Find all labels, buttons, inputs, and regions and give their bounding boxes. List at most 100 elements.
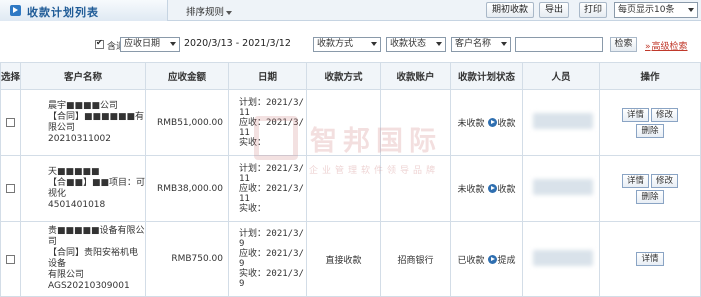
date-line: 计划：2021/3/ bbox=[239, 229, 304, 239]
row-checkbox[interactable] bbox=[6, 254, 15, 264]
ops-cell: 详情 修改 删除 bbox=[599, 89, 701, 156]
customer-line: 【合同】贵阳安裕机电设备 bbox=[48, 248, 139, 269]
page-size-value: 每页显示10条 bbox=[618, 5, 675, 15]
column-header: 人员 bbox=[522, 62, 600, 90]
date-type-select[interactable]: 应收日期 bbox=[120, 37, 180, 52]
collect-link[interactable]: 收款 bbox=[498, 185, 516, 195]
person-avatar-blurred bbox=[533, 249, 593, 266]
status-cell: 已收款 提成 bbox=[450, 221, 523, 297]
dropdown-arrow-icon bbox=[436, 42, 442, 46]
date-range-field[interactable]: 2020/3/13 - 2021/3/12 bbox=[184, 38, 291, 49]
caret-down-icon bbox=[226, 10, 233, 15]
amount-cell: RMB38,000.00 bbox=[145, 155, 229, 222]
dropdown-arrow-icon bbox=[170, 42, 176, 46]
sort-rule-menu[interactable]: 排序规则 bbox=[186, 4, 233, 18]
select-cell bbox=[0, 89, 21, 156]
customer-cell[interactable]: 晨宇■■■■公司 【合同】■■■■■■有限公司 20210311002 bbox=[20, 89, 146, 156]
search-button[interactable]: 检索 bbox=[610, 37, 637, 52]
arrow-right-icon bbox=[10, 5, 21, 16]
date-line: 9 bbox=[239, 239, 245, 249]
customer-field-value: 客户名称 bbox=[455, 39, 492, 49]
table-header-row: 选择 客户名称 应收金额 日期 收款方式 收款账户 收款计划状态 人员 操作 bbox=[0, 62, 701, 90]
collect-icon[interactable] bbox=[487, 118, 497, 127]
collect-icon[interactable] bbox=[487, 184, 497, 193]
customer-line: 贵■■■■■设备有限公 bbox=[48, 226, 145, 236]
customer-line: 天■■■■■ bbox=[48, 166, 100, 177]
status-cell: 未收款 收款 bbox=[450, 89, 523, 156]
delete-button[interactable]: 删除 bbox=[636, 189, 664, 204]
page-size-select[interactable]: 每页显示10条 bbox=[614, 2, 698, 18]
collect-link[interactable]: 收款 bbox=[498, 119, 516, 129]
commission-icon[interactable] bbox=[487, 254, 497, 264]
select-cell bbox=[0, 221, 21, 297]
status-text: 未收款 bbox=[457, 119, 485, 129]
column-header: 收款方式 bbox=[306, 62, 381, 90]
customer-line: 晨宇■■■■公司 bbox=[48, 100, 119, 111]
method-cell: 直接收款 bbox=[306, 221, 381, 297]
export-button[interactable]: 导出 bbox=[539, 2, 569, 18]
watermark-title: 智邦国际 bbox=[310, 126, 442, 157]
sort-rule-label: 排序规则 bbox=[186, 7, 225, 18]
dropdown-arrow-icon bbox=[688, 8, 694, 12]
search-input[interactable] bbox=[515, 37, 603, 52]
person-cell bbox=[522, 221, 600, 297]
column-header: 客户名称 bbox=[20, 62, 146, 90]
person-avatar-blurred bbox=[533, 179, 593, 195]
row-checkbox[interactable] bbox=[6, 118, 15, 127]
customer-line: 【合■■】■■项目：可视化 bbox=[48, 177, 146, 199]
date-line: 11 bbox=[239, 173, 250, 184]
detail-button[interactable]: 详情 bbox=[621, 107, 649, 122]
customer-cell[interactable]: 天■■■■■ 【合■■】■■项目：可视化 4501401018 bbox=[20, 155, 146, 222]
customer-line: 司 bbox=[48, 237, 58, 247]
watermark-logo-icon bbox=[254, 116, 298, 160]
dropdown-arrow-icon bbox=[371, 42, 377, 46]
date-line: 应收：2021/3/ bbox=[239, 183, 304, 194]
date-line: 实收： bbox=[239, 203, 267, 214]
date-cell: 计划：2021/3/ 9 应收：2021/3/ 9 实收：2021/3/ 9 bbox=[228, 221, 307, 297]
customer-field-select[interactable]: 客户名称 bbox=[451, 37, 511, 52]
commission-link[interactable]: 提成 bbox=[498, 256, 516, 266]
date-type-value: 应收日期 bbox=[124, 39, 161, 49]
date-line: 计划：2021/3/ bbox=[239, 163, 304, 174]
watermark-subtitle: 企业管理软件领导品牌 bbox=[309, 166, 440, 176]
advanced-search-link[interactable]: 高级检索 bbox=[645, 39, 688, 52]
header-bar: 收款计划列表 排序规则 期初收款 导出 打印 每页显示10条 bbox=[0, 0, 701, 21]
date-line: 9 bbox=[239, 279, 245, 289]
customer-cell[interactable]: 贵■■■■■设备有限公 司 【合同】贵阳安裕机电设备 有限公司AGS202103… bbox=[20, 221, 146, 297]
opening-receipt-button[interactable]: 期初收款 bbox=[486, 2, 534, 18]
filter-bar: 含退款 应收日期 2020/3/13 - 2021/3/12 收款方式 收款状态… bbox=[0, 32, 701, 58]
date-line: 实收：2021/3/ bbox=[239, 269, 304, 279]
customer-line: 有限公司AGS20210309001 bbox=[48, 270, 130, 291]
date-line: 应收：2021/3/ bbox=[239, 249, 304, 259]
status-text: 未收款 bbox=[457, 185, 485, 195]
customer-line: 20210311002 bbox=[48, 133, 111, 144]
payment-method-select[interactable]: 收款方式 bbox=[313, 37, 381, 52]
person-cell bbox=[522, 89, 600, 156]
delete-button[interactable]: 删除 bbox=[636, 123, 664, 138]
row-checkbox[interactable] bbox=[6, 184, 15, 193]
ops-cell: 详情 bbox=[599, 221, 701, 297]
page-title-tab: 收款计划列表 bbox=[0, 0, 168, 21]
print-button[interactable]: 打印 bbox=[579, 2, 607, 18]
account-cell: 招商银行 bbox=[380, 221, 451, 297]
customer-line: 【合同】■■■■■■有限公司 bbox=[48, 111, 145, 133]
column-header: 操作 bbox=[599, 62, 701, 90]
page-title: 收款计划列表 bbox=[27, 6, 99, 19]
edit-button[interactable]: 修改 bbox=[651, 173, 679, 188]
column-header: 应收金额 bbox=[145, 62, 229, 90]
detail-button[interactable]: 详情 bbox=[636, 252, 664, 266]
amount-cell: RMB51,000.00 bbox=[145, 89, 229, 156]
column-header: 收款计划状态 bbox=[450, 62, 523, 90]
amount-cell: RMB750.00 bbox=[145, 221, 229, 297]
column-header: 日期 bbox=[228, 62, 307, 90]
include-refund-checkbox[interactable] bbox=[95, 38, 104, 49]
date-line: 11 bbox=[239, 193, 250, 204]
date-line: 计划：2021/3/ bbox=[239, 97, 304, 108]
person-avatar-blurred bbox=[533, 113, 593, 129]
status-cell: 未收款 收款 bbox=[450, 155, 523, 222]
detail-button[interactable]: 详情 bbox=[621, 173, 649, 188]
edit-button[interactable]: 修改 bbox=[651, 107, 679, 122]
payment-status-value: 收款状态 bbox=[390, 39, 427, 49]
payment-status-select[interactable]: 收款状态 bbox=[386, 37, 446, 52]
ops-cell: 详情 修改 删除 bbox=[599, 155, 701, 222]
